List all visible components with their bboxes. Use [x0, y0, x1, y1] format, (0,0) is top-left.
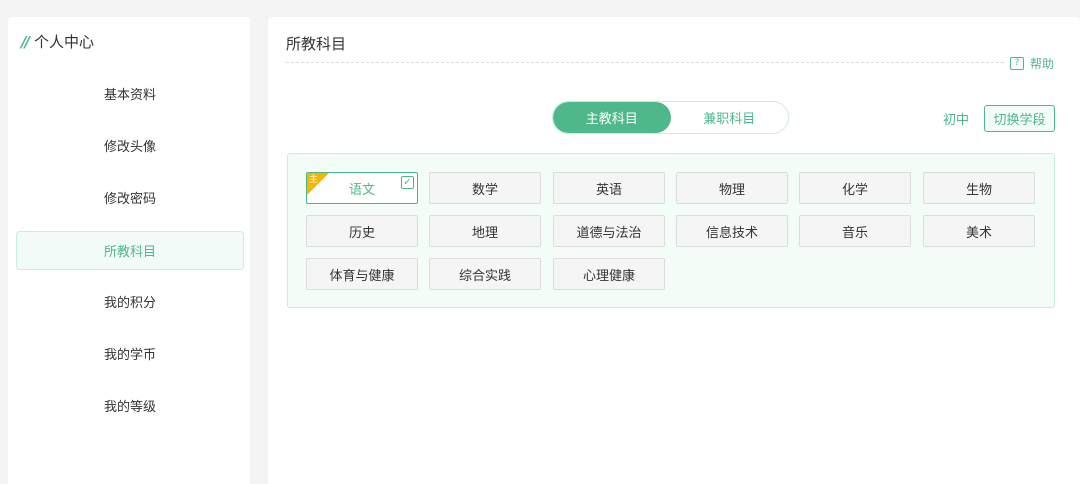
subject-mental-health[interactable]: 心理健康: [553, 258, 665, 290]
help-link[interactable]: ? 帮助: [1009, 55, 1054, 72]
double-slash-icon: //: [21, 32, 30, 51]
sidebar-item-points[interactable]: 我的积分: [16, 282, 244, 321]
sidebar-item-subjects[interactable]: 所教科目: [16, 231, 244, 270]
subject-biology[interactable]: 生物: [923, 172, 1035, 204]
subject-it[interactable]: 信息技术: [676, 215, 788, 247]
subject-history[interactable]: 历史: [306, 215, 418, 247]
subject-music[interactable]: 音乐: [799, 215, 911, 247]
subject-chinese[interactable]: 主 语文 ✓: [306, 172, 418, 204]
sidebar-item-change-password[interactable]: 修改密码: [16, 178, 244, 217]
subject-practice[interactable]: 综合实践: [429, 258, 541, 290]
subject-math[interactable]: 数学: [429, 172, 541, 204]
subject-type-toggle: 主教科目 兼职科目: [552, 101, 789, 134]
subject-ethics-law[interactable]: 道德与法治: [553, 215, 665, 247]
sidebar-title: 个人中心: [33, 33, 94, 51]
sidebar-header: // 个人中心: [21, 31, 94, 52]
subject-english[interactable]: 英语: [553, 172, 665, 204]
sidebar-item-change-avatar[interactable]: 修改头像: [16, 126, 244, 165]
current-level-label: 初中: [943, 113, 970, 128]
switch-level-button[interactable]: 切换学段: [984, 105, 1055, 132]
help-label: 帮助: [1029, 57, 1054, 71]
sidebar-item-basic-info[interactable]: 基本资料: [16, 74, 244, 113]
main-panel: 所教科目 ? 帮助 主教科目 兼职科目 初中 切换学段 主 语文 ✓ 数学 英语…: [268, 17, 1080, 484]
main-badge-text: 主: [309, 175, 319, 185]
subject-chemistry[interactable]: 化学: [799, 172, 911, 204]
sidebar-item-level[interactable]: 我的等级: [16, 386, 244, 425]
sidebar: // 个人中心 基本资料 修改头像 修改密码 所教科目 我的积分 我的学币 我的…: [8, 17, 250, 484]
subject-geography[interactable]: 地理: [429, 215, 541, 247]
tab-parttime-subject[interactable]: 兼职科目: [671, 102, 789, 133]
subject-art[interactable]: 美术: [923, 215, 1035, 247]
help-icon: ?: [1009, 57, 1024, 70]
checkbox-checked-icon: ✓: [401, 176, 414, 189]
tab-main-subject[interactable]: 主教科目: [553, 102, 671, 133]
subject-pe-health[interactable]: 体育与健康: [306, 258, 418, 290]
subject-label: 语文: [348, 182, 375, 198]
subject-panel: 主 语文 ✓ 数学 英语 物理 化学 生物 历史 地理 道德与法治 信息技术 音…: [287, 153, 1055, 308]
page-title: 所教科目: [286, 35, 347, 53]
title-divider: [286, 62, 1004, 63]
sidebar-item-coins[interactable]: 我的学币: [16, 334, 244, 373]
subject-physics[interactable]: 物理: [676, 172, 788, 204]
